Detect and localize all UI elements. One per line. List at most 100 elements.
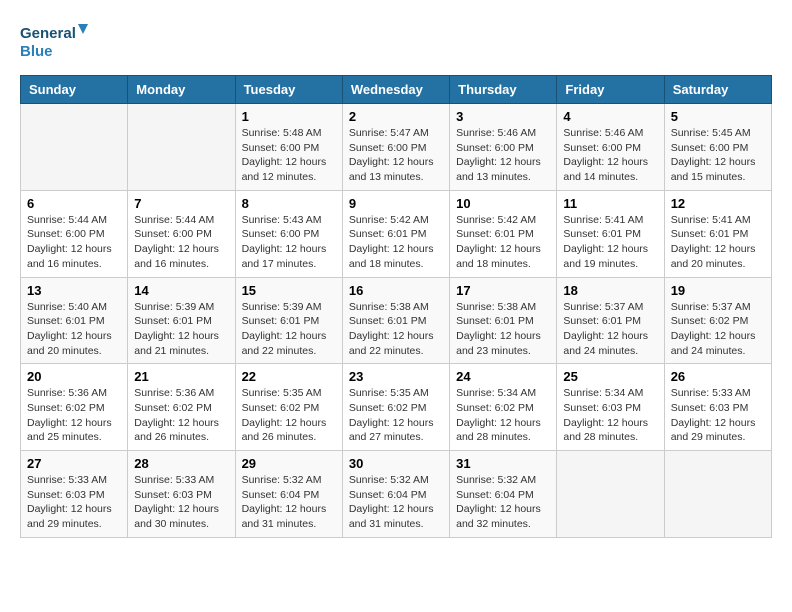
day-of-week-header: Thursday	[450, 76, 557, 104]
calendar-cell: 22 Sunrise: 5:35 AM Sunset: 6:02 PM Dayli…	[235, 364, 342, 451]
calendar-cell: 18Sunrise: 5:37 AM Sunset: 6:01 PM Dayli…	[557, 277, 664, 364]
calendar-cell: 2 Sunrise: 5:47 AM Sunset: 6:00 PM Daylig…	[342, 104, 449, 191]
cell-content: Sunrise: 5:39 AM Sunset: 6:01 PM Dayligh…	[134, 300, 228, 359]
calendar-cell: 27 Sunrise: 5:33 AM Sunset: 6:03 PM Dayli…	[21, 451, 128, 538]
cell-content: Sunrise: 5:34 AM Sunset: 6:02 PM Dayligh…	[456, 386, 550, 445]
cell-content: Sunrise: 5:35 AM Sunset: 6:02 PM Dayligh…	[349, 386, 443, 445]
calendar-week-row: 27 Sunrise: 5:33 AM Sunset: 6:03 PM Dayli…	[21, 451, 772, 538]
day-number: 11	[563, 196, 657, 211]
day-of-week-header: Tuesday	[235, 76, 342, 104]
cell-content: Sunrise: 5:45 AM Sunset: 6:00 PM Dayligh…	[671, 126, 765, 185]
calendar-cell	[664, 451, 771, 538]
day-number: 7	[134, 196, 228, 211]
day-number: 28	[134, 456, 228, 471]
calendar-cell: 20Sunrise: 5:36 AM Sunset: 6:02 PM Dayli…	[21, 364, 128, 451]
day-number: 27	[27, 456, 121, 471]
calendar-cell: 8Sunrise: 5:43 AM Sunset: 6:00 PM Daylig…	[235, 190, 342, 277]
calendar-cell: 29 Sunrise: 5:32 AM Sunset: 6:04 PM Dayli…	[235, 451, 342, 538]
cell-content: Sunrise: 5:35 AM Sunset: 6:02 PM Dayligh…	[242, 386, 336, 445]
day-number: 21	[134, 369, 228, 384]
day-of-week-header: Monday	[128, 76, 235, 104]
cell-content: Sunrise: 5:46 AM Sunset: 6:00 PM Dayligh…	[563, 126, 657, 185]
calendar-cell: 1Sunrise: 5:48 AM Sunset: 6:00 PM Daylig…	[235, 104, 342, 191]
day-number: 4	[563, 109, 657, 124]
day-number: 16	[349, 283, 443, 298]
calendar-cell: 17 Sunrise: 5:38 AM Sunset: 6:01 PM Dayli…	[450, 277, 557, 364]
day-number: 20	[27, 369, 121, 384]
calendar-cell: 11 Sunrise: 5:41 AM Sunset: 6:01 PM Dayli…	[557, 190, 664, 277]
page-header: General Blue	[20, 20, 772, 65]
day-number: 30	[349, 456, 443, 471]
calendar-cell: 24 Sunrise: 5:34 AM Sunset: 6:02 PM Dayli…	[450, 364, 557, 451]
cell-content: Sunrise: 5:38 AM Sunset: 6:01 PM Dayligh…	[456, 300, 550, 359]
calendar-cell: 9Sunrise: 5:42 AM Sunset: 6:01 PM Daylig…	[342, 190, 449, 277]
logo-svg: General Blue	[20, 20, 90, 65]
calendar-cell: 15Sunrise: 5:39 AM Sunset: 6:01 PM Dayli…	[235, 277, 342, 364]
cell-content: Sunrise: 5:47 AM Sunset: 6:00 PM Dayligh…	[349, 126, 443, 185]
calendar-cell: 4 Sunrise: 5:46 AM Sunset: 6:00 PM Daylig…	[557, 104, 664, 191]
day-number: 26	[671, 369, 765, 384]
calendar-week-row: 20 Sunrise: 5:36 AM Sunset: 6:02 PM Dayli…	[21, 364, 772, 451]
day-number: 29	[242, 456, 336, 471]
calendar-cell: 7 Sunrise: 5:44 AM Sunset: 6:00 PM Daylig…	[128, 190, 235, 277]
day-number: 14	[134, 283, 228, 298]
calendar-cell: 21 Sunrise: 5:36 AM Sunset: 6:02 PM Dayli…	[128, 364, 235, 451]
day-number: 15	[242, 283, 336, 298]
svg-text:Blue: Blue	[20, 43, 53, 60]
day-of-week-header: Wednesday	[342, 76, 449, 104]
cell-content: Sunrise: 5:44 AM Sunset: 6:00 PM Dayligh…	[27, 213, 121, 272]
cell-content: Sunrise: 5:34 AM Sunset: 6:03 PM Dayligh…	[563, 386, 657, 445]
day-number: 3	[456, 109, 550, 124]
calendar-table: SundayMondayTuesdayWednesdayThursdayFrid…	[20, 75, 772, 538]
day-number: 23	[349, 369, 443, 384]
calendar-cell: 16 Sunrise: 5:38 AM Sunset: 6:01 PM Dayli…	[342, 277, 449, 364]
cell-content: Sunrise: 5:40 AM Sunset: 6:01 PM Dayligh…	[27, 300, 121, 359]
day-number: 10	[456, 196, 550, 211]
calendar-cell	[557, 451, 664, 538]
calendar-cell: 30Sunrise: 5:32 AM Sunset: 6:04 PM Dayli…	[342, 451, 449, 538]
day-of-week-header: Sunday	[21, 76, 128, 104]
cell-content: Sunrise: 5:38 AM Sunset: 6:01 PM Dayligh…	[349, 300, 443, 359]
day-number: 12	[671, 196, 765, 211]
calendar-cell: 13 Sunrise: 5:40 AM Sunset: 6:01 PM Dayli…	[21, 277, 128, 364]
day-number: 22	[242, 369, 336, 384]
cell-content: Sunrise: 5:46 AM Sunset: 6:00 PM Dayligh…	[456, 126, 550, 185]
calendar-week-row: 13 Sunrise: 5:40 AM Sunset: 6:01 PM Dayli…	[21, 277, 772, 364]
cell-content: Sunrise: 5:41 AM Sunset: 6:01 PM Dayligh…	[671, 213, 765, 272]
day-number: 19	[671, 283, 765, 298]
calendar-cell: 31Sunrise: 5:32 AM Sunset: 6:04 PM Dayli…	[450, 451, 557, 538]
cell-content: Sunrise: 5:33 AM Sunset: 6:03 PM Dayligh…	[671, 386, 765, 445]
calendar-cell: 25 Sunrise: 5:34 AM Sunset: 6:03 PM Dayli…	[557, 364, 664, 451]
day-number: 13	[27, 283, 121, 298]
calendar-cell	[21, 104, 128, 191]
calendar-cell: 6Sunrise: 5:44 AM Sunset: 6:00 PM Daylig…	[21, 190, 128, 277]
day-number: 17	[456, 283, 550, 298]
calendar-cell: 28Sunrise: 5:33 AM Sunset: 6:03 PM Dayli…	[128, 451, 235, 538]
day-of-week-header: Friday	[557, 76, 664, 104]
calendar-cell: 10 Sunrise: 5:42 AM Sunset: 6:01 PM Dayli…	[450, 190, 557, 277]
calendar-cell: 5Sunrise: 5:45 AM Sunset: 6:00 PM Daylig…	[664, 104, 771, 191]
day-number: 31	[456, 456, 550, 471]
cell-content: Sunrise: 5:43 AM Sunset: 6:00 PM Dayligh…	[242, 213, 336, 272]
cell-content: Sunrise: 5:42 AM Sunset: 6:01 PM Dayligh…	[456, 213, 550, 272]
cell-content: Sunrise: 5:36 AM Sunset: 6:02 PM Dayligh…	[134, 386, 228, 445]
day-of-week-header: Saturday	[664, 76, 771, 104]
cell-content: Sunrise: 5:37 AM Sunset: 6:01 PM Dayligh…	[563, 300, 657, 359]
cell-content: Sunrise: 5:48 AM Sunset: 6:00 PM Dayligh…	[242, 126, 336, 185]
cell-content: Sunrise: 5:33 AM Sunset: 6:03 PM Dayligh…	[27, 473, 121, 532]
calendar-cell: 23 Sunrise: 5:35 AM Sunset: 6:02 PM Dayli…	[342, 364, 449, 451]
day-number: 25	[563, 369, 657, 384]
logo: General Blue	[20, 20, 90, 65]
svg-text:General: General	[20, 25, 76, 42]
calendar-cell: 3 Sunrise: 5:46 AM Sunset: 6:00 PM Daylig…	[450, 104, 557, 191]
day-number: 2	[349, 109, 443, 124]
cell-content: Sunrise: 5:32 AM Sunset: 6:04 PM Dayligh…	[242, 473, 336, 532]
calendar-cell: 19Sunrise: 5:37 AM Sunset: 6:02 PM Dayli…	[664, 277, 771, 364]
calendar-week-row: 6Sunrise: 5:44 AM Sunset: 6:00 PM Daylig…	[21, 190, 772, 277]
day-number: 24	[456, 369, 550, 384]
calendar-cell: 26 Sunrise: 5:33 AM Sunset: 6:03 PM Dayli…	[664, 364, 771, 451]
calendar-header-row: SundayMondayTuesdayWednesdayThursdayFrid…	[21, 76, 772, 104]
cell-content: Sunrise: 5:42 AM Sunset: 6:01 PM Dayligh…	[349, 213, 443, 272]
cell-content: Sunrise: 5:44 AM Sunset: 6:00 PM Dayligh…	[134, 213, 228, 272]
cell-content: Sunrise: 5:41 AM Sunset: 6:01 PM Dayligh…	[563, 213, 657, 272]
